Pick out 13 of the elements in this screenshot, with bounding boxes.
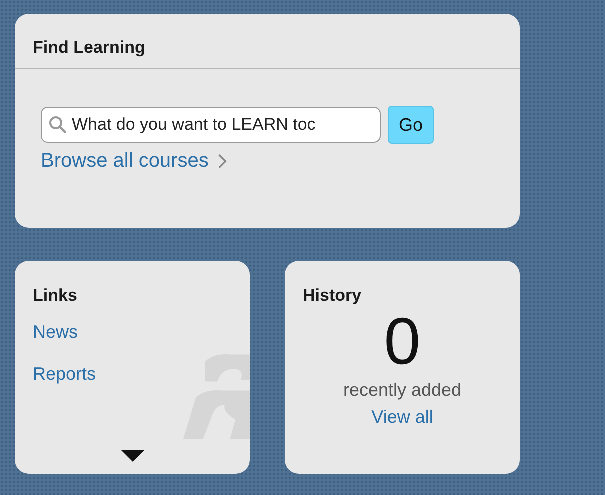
- go-button[interactable]: Go: [388, 106, 434, 144]
- link[interactable]: News: [33, 322, 78, 343]
- chevron-right-icon: [216, 153, 228, 170]
- view-all-link[interactable]: View all: [372, 407, 434, 428]
- card-title: History: [303, 286, 362, 306]
- caption: recently added: [343, 380, 462, 401]
- browse-link[interactable]: Browse all courses: [41, 150, 228, 173]
- card-title: Links: [33, 286, 78, 306]
- link[interactable]: Reports: [33, 364, 96, 385]
- card-title: Find Learning: [33, 38, 146, 58]
- history-count: 0: [384, 308, 421, 374]
- caret-down-icon[interactable]: [121, 450, 145, 462]
- search-field[interactable]: What do you want to LEARN toc: [41, 107, 381, 143]
